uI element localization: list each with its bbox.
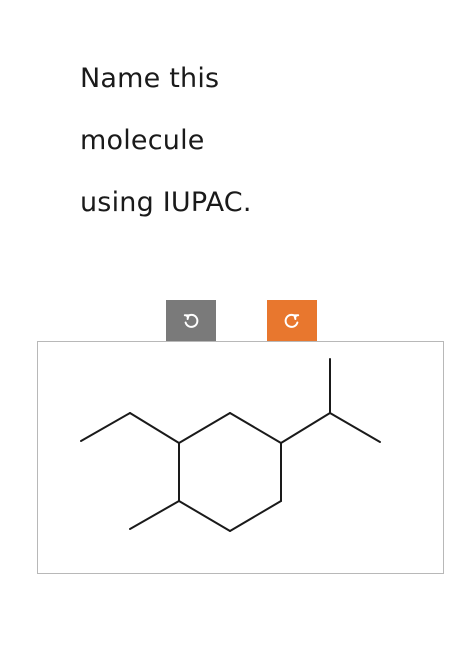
question-line-1: Name this: [80, 63, 220, 94]
isopropyl-bond: [329, 412, 381, 443]
methyl-bond: [129, 500, 180, 530]
ring-bond: [229, 412, 282, 444]
molecule-structure: [80, 358, 381, 532]
redo-icon: [284, 313, 300, 328]
undo-button[interactable]: [166, 300, 216, 342]
ethyl-bond: [80, 412, 131, 442]
redo-button[interactable]: [267, 300, 317, 342]
question-line-3: using IUPAC.: [80, 187, 252, 218]
ring-bond: [178, 412, 231, 444]
drawing-canvas[interactable]: [37, 341, 444, 574]
undo-icon: [183, 313, 199, 328]
ring-bond: [229, 500, 282, 532]
ethyl-bond: [129, 412, 180, 444]
isopropyl-bond: [280, 412, 331, 444]
ring-bond: [178, 500, 231, 532]
question-prompt: Name this molecule using IUPAC.: [80, 48, 440, 234]
question-line-2: molecule: [80, 125, 205, 156]
